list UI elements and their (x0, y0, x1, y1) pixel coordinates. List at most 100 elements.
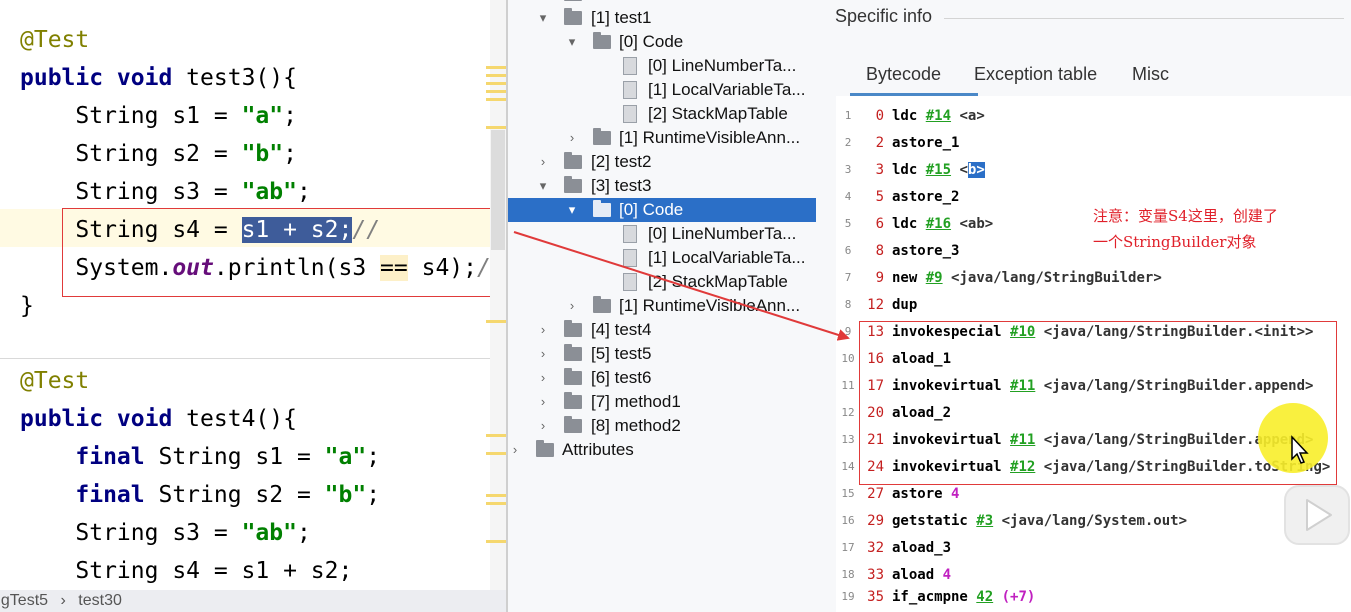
collapse-arrow-icon[interactable]: › (536, 414, 550, 438)
panel-title: Specific info (835, 6, 933, 26)
tree-row[interactable]: [1] LocalVariableTa... (508, 78, 816, 102)
tree-row[interactable]: [2] StackMapTable (508, 102, 816, 126)
breadcrumb-class[interactable]: ngTest5 (0, 590, 48, 612)
code-line: String s3 = "ab"; (20, 520, 311, 546)
gutter-marker[interactable] (486, 434, 506, 437)
tree-row[interactable]: › [1] RuntimeVisibleAnn... (508, 126, 816, 150)
folder-icon (564, 320, 582, 337)
title-rule (944, 18, 1344, 19)
bytecode-row[interactable]: 17 32 aload_3 (836, 535, 1351, 561)
expand-arrow-icon[interactable]: ▾ (565, 30, 579, 54)
gutter-marker[interactable] (486, 452, 506, 455)
tree-label: [1] LocalVariableTa... (648, 248, 806, 267)
tree-label: [3] test3 (591, 176, 652, 195)
breadcrumb-method[interactable]: test30 (78, 590, 122, 612)
file-icon (623, 105, 637, 123)
folder-icon (593, 128, 611, 145)
tree-row-code-selected[interactable]: ▾ [0] Code (508, 198, 816, 222)
gutter-marker[interactable] (486, 66, 506, 69)
selected-constant: b> (967, 162, 985, 178)
file-icon (623, 225, 637, 243)
code-line: } (20, 293, 34, 319)
tree-label: [2] StackMapTable (648, 272, 788, 291)
expand-arrow-icon[interactable]: ▾ (536, 174, 550, 198)
tree-row[interactable]: › [1] RuntimeVisibleAnn... (508, 294, 816, 318)
gutter-marker[interactable] (486, 126, 506, 129)
tree-row-test2[interactable]: › [2] test2 (508, 150, 816, 174)
tree-label: [7] method1 (591, 392, 681, 411)
bytecode-row[interactable]: 33 ldc #15 <b> (836, 157, 1351, 183)
tree-row[interactable]: [0] LineNumberTa... (508, 54, 816, 78)
tree-label: [1] LocalVariableTa... (648, 80, 806, 99)
tree-label: [1] RuntimeVisibleAnn... (619, 296, 801, 315)
code-line: @Test (20, 27, 90, 53)
breadcrumb-separator: › (60, 592, 66, 609)
folder-icon (564, 0, 582, 1)
gutter-marker[interactable] (486, 82, 506, 85)
method-separator (0, 358, 506, 359)
tab-bytecode[interactable]: Bytecode (866, 64, 941, 85)
specific-info-panel: Specific info Bytecode Exception table M… (816, 0, 1351, 612)
tree-label: [5] test5 (591, 344, 652, 363)
gutter-marker[interactable] (486, 74, 506, 77)
gutter-marker[interactable] (486, 494, 506, 497)
tree-label: [2] StackMapTable (648, 104, 788, 123)
breadcrumb: ngTest5 › test30 (0, 590, 506, 612)
tab-misc[interactable]: Misc (1132, 64, 1169, 85)
tree-row-test1[interactable]: ▾ [1] test1 (508, 6, 816, 30)
collapse-arrow-icon[interactable]: › (536, 342, 550, 366)
collapse-arrow-icon[interactable]: › (508, 438, 522, 462)
collapse-arrow-icon[interactable]: › (536, 390, 550, 414)
tree-row[interactable]: [0] LineNumberTa... (508, 222, 816, 246)
folder-icon (564, 392, 582, 409)
folder-icon (564, 8, 582, 25)
tree-label: Attributes (562, 440, 634, 459)
tree-row-test6[interactable]: › [6] test6 (508, 366, 816, 390)
tree-row-test4[interactable]: › [4] test4 (508, 318, 816, 342)
file-icon (623, 249, 637, 267)
code-line: @Test (20, 368, 90, 394)
tree-row[interactable]: [2] StackMapTable (508, 270, 816, 294)
bytecode-row[interactable]: 8 12 dup (836, 292, 1351, 318)
gutter-marker[interactable] (486, 320, 506, 323)
folder-icon (564, 368, 582, 385)
collapse-arrow-icon[interactable]: › (536, 318, 550, 342)
code-line: String s2 = "b"; (20, 141, 297, 167)
bytecode-row[interactable]: 79 new #9 <java/lang/StringBuilder> (836, 265, 1351, 291)
file-icon (623, 273, 637, 291)
tab-exception-table[interactable]: Exception table (974, 64, 1097, 85)
bytecode-tree[interactable]: › ▾ [1] test1 ▾ [0] Code [0] LineNumberT… (508, 0, 816, 612)
collapse-arrow-icon[interactable]: › (565, 126, 579, 150)
editor-scrollbar-thumb[interactable] (491, 130, 505, 250)
collapse-arrow-icon[interactable]: › (536, 366, 550, 390)
play-icon[interactable] (1283, 484, 1351, 546)
expand-arrow-icon[interactable]: ▾ (565, 198, 579, 222)
tree-label: [1] RuntimeVisibleAnn... (619, 128, 801, 147)
code-editor[interactable]: @Test public void test3(){ String s1 = "… (0, 0, 506, 612)
tree-row-code[interactable]: ▾ [0] Code (508, 30, 816, 54)
gutter-marker[interactable] (486, 540, 506, 543)
code-line: String s1 = "a"; (20, 103, 297, 129)
bytecode-row[interactable]: 10 ldc #14 <a> (836, 103, 1351, 129)
tree-row-method1[interactable]: › [7] method1 (508, 390, 816, 414)
expand-arrow-icon[interactable]: ▾ (536, 6, 550, 30)
tree-row-test3[interactable]: ▾ [3] test3 (508, 174, 816, 198)
bytecode-row[interactable]: 22 astore_1 (836, 130, 1351, 156)
tree-row-attributes[interactable]: › Attributes (508, 438, 816, 462)
code-line: String s4 = s1 + s2; (20, 558, 353, 584)
tree-row[interactable]: [1] LocalVariableTa... (508, 246, 816, 270)
tree-label: [2] test2 (591, 152, 652, 171)
gutter-marker[interactable] (486, 98, 506, 101)
folder-icon (564, 416, 582, 433)
code-line: final String s1 = "a"; (20, 444, 381, 470)
tree-label: [0] Code (619, 32, 684, 51)
tree-row-test5[interactable]: › [5] test5 (508, 342, 816, 366)
gutter-marker[interactable] (486, 90, 506, 93)
file-icon (623, 57, 637, 75)
gutter-marker[interactable] (486, 502, 506, 505)
collapse-arrow-icon[interactable]: › (565, 294, 579, 318)
bytecode-row[interactable]: 16 29 getstatic #3 <java/lang/System.out> (836, 508, 1351, 534)
bytecode-row[interactable]: 19 35 if_acmpne 42 (+7) (836, 584, 1351, 610)
tree-row-method2[interactable]: › [8] method2 (508, 414, 816, 438)
collapse-arrow-icon[interactable]: › (536, 150, 550, 174)
